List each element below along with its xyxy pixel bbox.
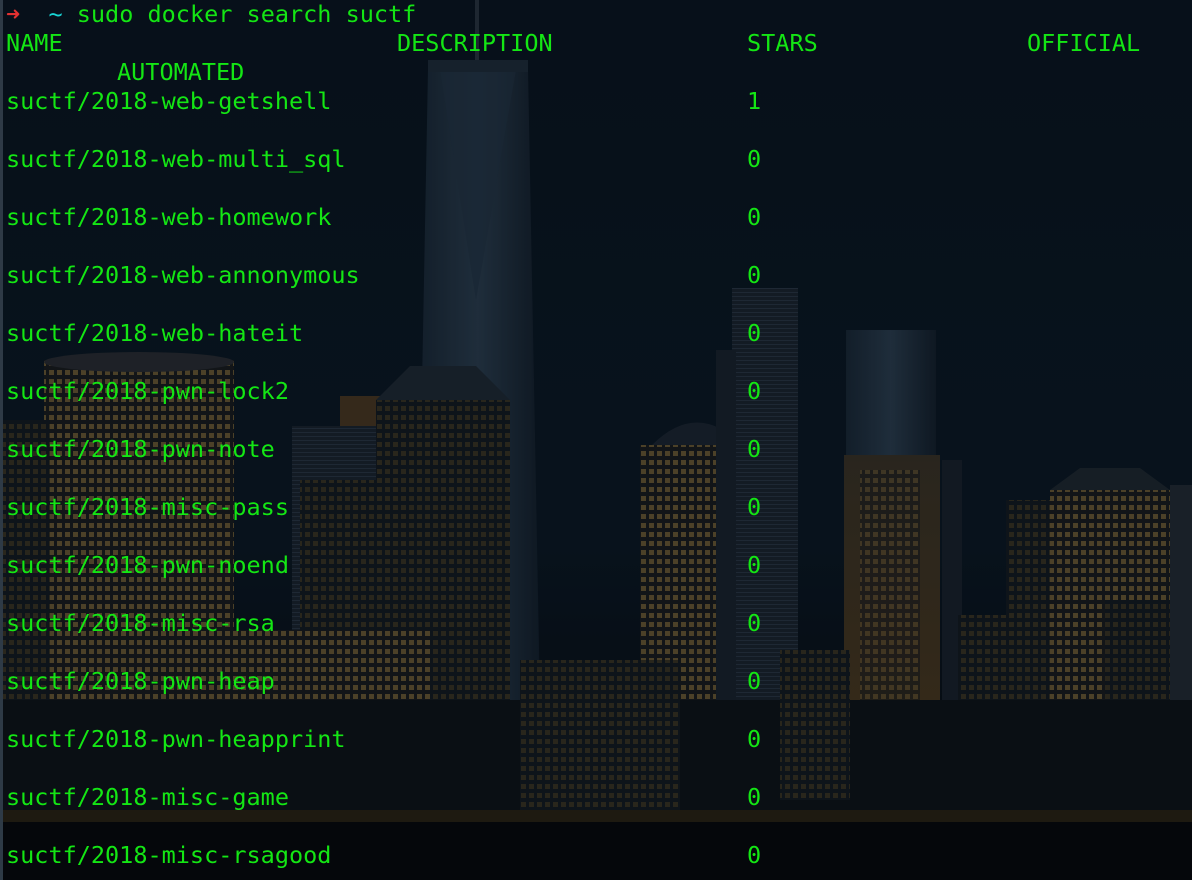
result-row-stars: 0 bbox=[747, 435, 762, 463]
header-description: DESCRIPTION bbox=[397, 29, 553, 57]
result-row-stars: 0 bbox=[747, 145, 762, 173]
result-row-name: suctf/2018-misc-pass bbox=[6, 493, 289, 521]
result-row-name: suctf/2018-web-multi_sql bbox=[6, 145, 346, 173]
window-left-border bbox=[0, 0, 3, 880]
result-row-stars: 0 bbox=[747, 551, 762, 579]
result-row-name: suctf/2018-web-getshell bbox=[6, 87, 332, 115]
result-row-stars: 0 bbox=[747, 609, 762, 637]
result-row-name: suctf/2018-misc-rsagood bbox=[6, 841, 332, 869]
result-row-name: suctf/2018-misc-game bbox=[6, 783, 289, 811]
terminal-window[interactable]: ➜ ~ sudo docker search suctf NAME DESCRI… bbox=[0, 0, 1192, 880]
prompt-command: sudo docker search suctf bbox=[76, 0, 417, 28]
result-row-name: suctf/2018-web-annonymous bbox=[6, 261, 360, 289]
result-row-name: suctf/2018-pwn-heap bbox=[6, 667, 275, 695]
result-row-name: suctf/2018-pwn-heapprint bbox=[6, 725, 346, 753]
result-row-stars: 0 bbox=[747, 319, 762, 347]
result-row-stars: 0 bbox=[747, 725, 762, 753]
result-row-name: suctf/2018-pwn-noend bbox=[6, 551, 289, 579]
header-automated: AUTOMATED bbox=[117, 58, 245, 86]
result-row-stars: 0 bbox=[747, 377, 762, 405]
result-row-stars: 0 bbox=[747, 493, 762, 521]
header-name: NAME bbox=[6, 29, 63, 57]
result-row-stars: 0 bbox=[747, 261, 762, 289]
result-row-stars: 0 bbox=[747, 783, 762, 811]
result-row-name: suctf/2018-misc-rsa bbox=[6, 609, 275, 637]
result-row-name: suctf/2018-web-hateit bbox=[6, 319, 304, 347]
result-row-stars: 0 bbox=[747, 203, 762, 231]
prompt-cwd: ~ bbox=[48, 0, 63, 28]
prompt-arrow-icon: ➜ bbox=[6, 0, 21, 28]
result-row-name: suctf/2018-pwn-lock2 bbox=[6, 377, 289, 405]
result-row-stars: 1 bbox=[747, 87, 762, 115]
result-row-stars: 0 bbox=[747, 667, 762, 695]
result-row-stars: 0 bbox=[747, 841, 762, 869]
prompt-line: ➜ ~ sudo docker search suctf bbox=[6, 0, 416, 29]
result-row-name: suctf/2018-web-homework bbox=[6, 203, 332, 231]
result-row-name: suctf/2018-pwn-note bbox=[6, 435, 275, 463]
header-official: OFFICIAL bbox=[1027, 29, 1141, 57]
header-stars: STARS bbox=[747, 29, 818, 57]
